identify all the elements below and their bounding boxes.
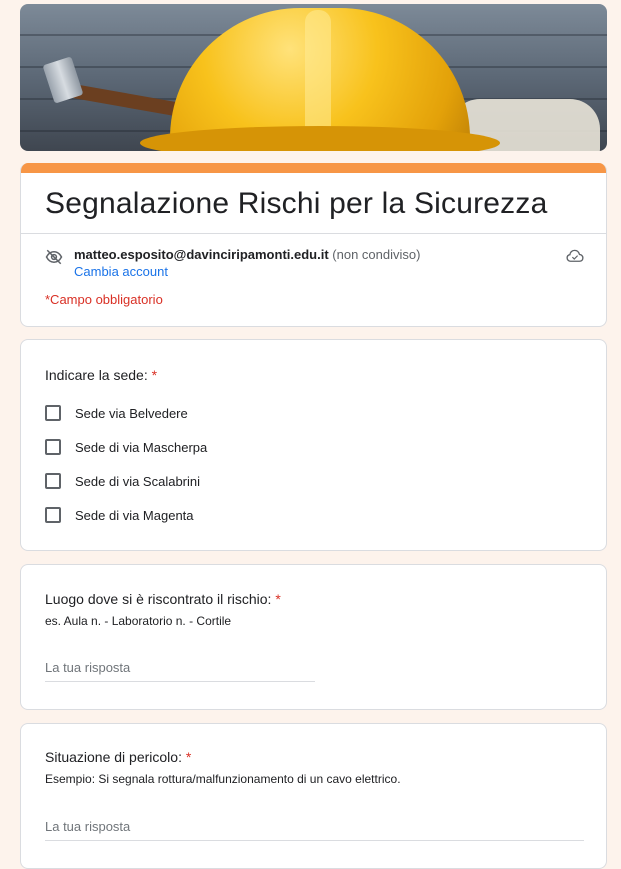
- option-sede-mascherpa[interactable]: Sede di via Mascherpa: [45, 437, 207, 457]
- question-description: Esempio: Si segnala rottura/malfunzionam…: [45, 772, 401, 786]
- required-asterisk: *: [185, 749, 192, 765]
- form-title: Segnalazione Rischi per la Sicurezza: [45, 187, 548, 220]
- question-description: es. Aula n. - Laboratorio n. - Cortile: [45, 614, 232, 628]
- eye-off-icon: [45, 249, 63, 265]
- form-header-card: Segnalazione Rischi per la Sicurezza mat…: [20, 163, 607, 327]
- checkbox[interactable]: [45, 439, 61, 455]
- answer-input-luogo[interactable]: La tua risposta: [45, 660, 315, 682]
- header-banner-image: [20, 4, 607, 151]
- accent-bar: [21, 163, 606, 173]
- account-email: matteo.esposito@davinciripamonti.edu.it: [74, 247, 329, 262]
- required-asterisk: *: [275, 591, 281, 607]
- option-label: Sede di via Scalabrini: [75, 473, 201, 489]
- divider: [21, 233, 606, 234]
- option-label: Sede di via Mascherpa: [75, 439, 208, 455]
- option-label: Sede via Belvedere: [75, 405, 188, 421]
- question-card-luogo: Luogo dove si è riscontrato il rischio: …: [20, 564, 607, 710]
- checkbox[interactable]: [45, 507, 61, 523]
- question-title: Indicare la sede: *: [45, 367, 158, 383]
- checkbox[interactable]: [45, 405, 61, 421]
- account-info: matteo.esposito@davinciripamonti.edu.it …: [74, 247, 420, 262]
- switch-account-link[interactable]: Cambia account: [74, 264, 168, 279]
- required-field-note: *Campo obbligatorio: [45, 292, 163, 307]
- option-sede-scalabrini[interactable]: Sede di via Scalabrini: [45, 471, 200, 491]
- cloud-icon: [566, 249, 584, 262]
- option-sede-belvedere[interactable]: Sede via Belvedere: [45, 403, 188, 423]
- checkbox[interactable]: [45, 473, 61, 489]
- question-title: Situazione di pericolo: *: [45, 749, 192, 765]
- option-sede-magenta[interactable]: Sede di via Magenta: [45, 505, 194, 525]
- question-card-sede: Indicare la sede: * Sede via Belvedere S…: [20, 339, 607, 551]
- question-card-pericolo: Situazione di pericolo: * Esempio: Si se…: [20, 723, 607, 869]
- question-title: Luogo dove si è riscontrato il rischio: …: [45, 591, 281, 607]
- required-asterisk: *: [151, 367, 158, 383]
- account-share-status: (non condiviso): [332, 247, 421, 262]
- option-label: Sede di via Magenta: [75, 507, 194, 523]
- answer-input-pericolo[interactable]: La tua risposta: [45, 819, 584, 841]
